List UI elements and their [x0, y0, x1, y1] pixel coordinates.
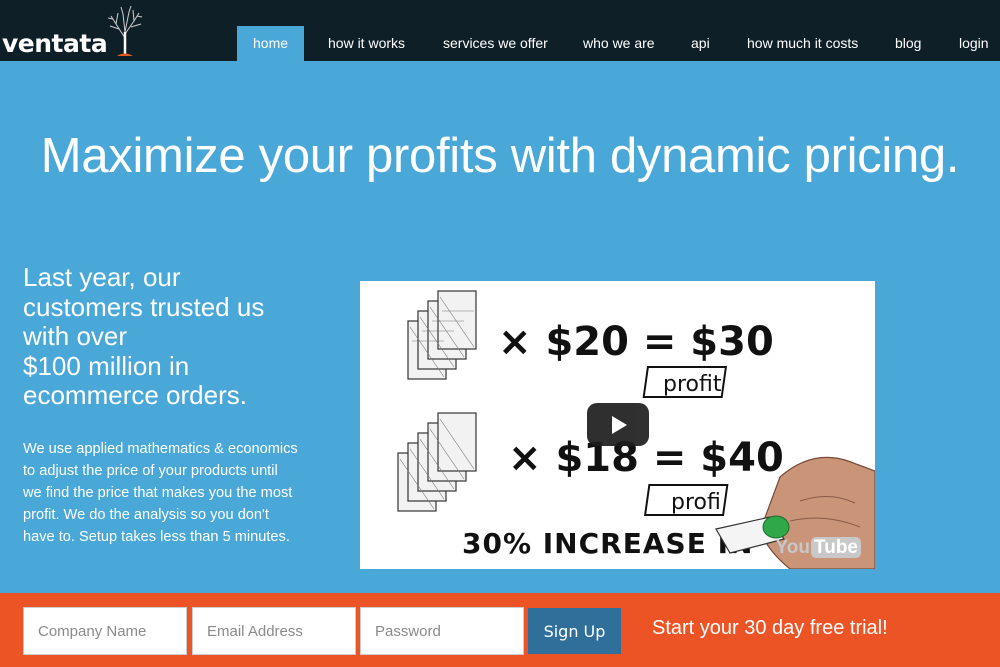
- youtube-logo[interactable]: You Tube: [776, 537, 861, 559]
- stat-line: ecommerce orders.: [23, 380, 247, 410]
- video-equation-1: × $20 = $30: [498, 319, 774, 365]
- nav-login[interactable]: login: [943, 26, 1000, 61]
- youtube-you: You: [775, 537, 811, 558]
- nav-api[interactable]: api: [675, 26, 726, 61]
- video-increase-text: 30% INCREASE IN: [462, 527, 753, 560]
- video-profit-label-2: profi: [671, 490, 721, 515]
- nav-services[interactable]: services we offer: [427, 26, 564, 61]
- nav-pricing[interactable]: how much it costs: [731, 26, 874, 61]
- nav-blog[interactable]: blog: [879, 26, 937, 61]
- nav-how-it-works[interactable]: how it works: [312, 26, 421, 61]
- password-input[interactable]: [360, 607, 524, 655]
- free-trial-text: Start your 30 day free trial!: [652, 617, 888, 639]
- email-input[interactable]: [192, 607, 356, 655]
- sign-up-button[interactable]: Sign Up: [528, 608, 621, 654]
- hero-stat: Last year, our customers trusted us with…: [23, 262, 323, 411]
- product-stack-icon: [397, 412, 477, 512]
- hero-headline: Maximize your profits with dynamic prici…: [40, 129, 960, 183]
- logo-text: ventata: [2, 29, 108, 58]
- video-profit-label-1: profit: [663, 372, 722, 397]
- stat-line: $100 million in: [23, 350, 190, 381]
- top-nav: ventata home how it works services we of…: [0, 0, 1000, 61]
- signup-bar: Sign Up Start your 30 day free trial!: [0, 593, 1000, 667]
- nav-home[interactable]: home: [237, 26, 305, 61]
- stat-line: with over: [23, 321, 128, 351]
- logo[interactable]: ventata: [2, 2, 143, 60]
- company-name-input[interactable]: [23, 607, 187, 655]
- tree-icon: [107, 5, 143, 56]
- play-button[interactable]: [587, 403, 649, 446]
- stat-line: Last year, our: [23, 262, 181, 292]
- youtube-tube: Tube: [811, 537, 861, 558]
- hero-description: We use applied mathematics & economics t…: [23, 441, 298, 545]
- play-icon: [612, 416, 627, 434]
- stat-line: customers trusted us: [23, 291, 265, 322]
- nav-who-we-are[interactable]: who we are: [567, 26, 671, 61]
- video-player[interactable]: × $20 = $30 profit × $18 = $40 profi 30%…: [360, 281, 875, 569]
